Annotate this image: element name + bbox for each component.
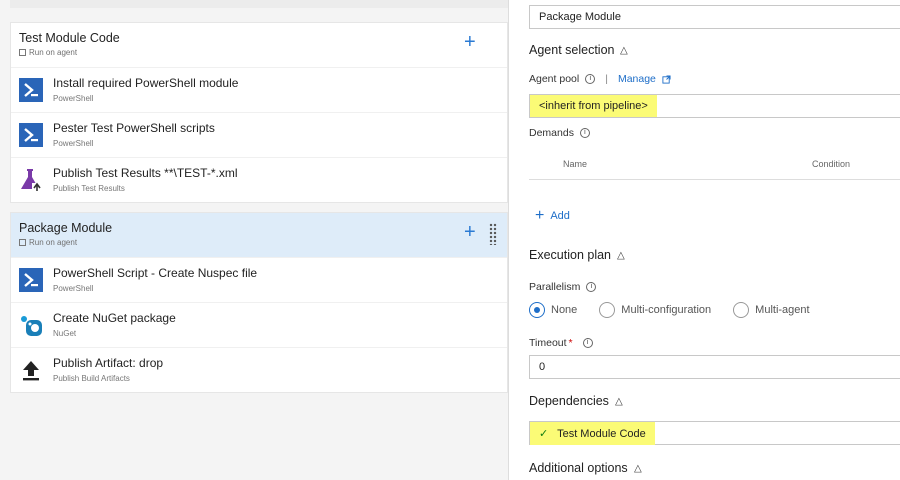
column-name: Name: [563, 159, 588, 169]
info-icon[interactable]: i: [586, 282, 597, 292]
display-name-input[interactable]: Package Module: [529, 5, 900, 29]
phase-header[interactable]: Test Module Code Run on agent +: [11, 23, 507, 67]
task-subtitle: PowerShell: [53, 139, 94, 148]
powershell-icon: [19, 78, 43, 102]
agent-icon: [19, 239, 26, 246]
dependencies-section-header[interactable]: Dependencies ▽: [529, 394, 623, 408]
chevron-up-icon: ▽: [633, 462, 642, 474]
agent-icon: [19, 49, 26, 56]
parallelism-radio-group: None Multi-configuration Multi-agent: [529, 302, 810, 318]
add-task-icon[interactable]: +: [464, 222, 476, 242]
agent-pool-label-row: Agent pool i | Manage: [529, 73, 671, 85]
task-row[interactable]: PowerShell Script - Create Nuspec file P…: [11, 257, 507, 302]
chevron-up-icon: ▽: [620, 44, 629, 56]
phase-package-module[interactable]: Package Module Run on agent + PowerShell…: [10, 212, 508, 393]
column-condition: Condition: [812, 159, 851, 169]
task-row[interactable]: Publish Test Results **\TEST-*.xml Publi…: [11, 157, 507, 202]
phase-subtitle-text: Run on agent: [29, 48, 78, 57]
checkmark-icon: ✓: [539, 428, 549, 440]
execution-plan-section-header[interactable]: Execution plan ▽: [529, 248, 625, 262]
dependency-label: Test Module Code: [557, 428, 646, 440]
nuget-icon: [21, 316, 42, 336]
plus-icon: +: [535, 207, 545, 224]
phase-title: Test Module Code: [19, 31, 120, 45]
radio-multi-agent[interactable]: Multi-agent: [733, 302, 810, 318]
task-subtitle: Publish Test Results: [53, 184, 125, 193]
task-subtitle: PowerShell: [53, 94, 94, 103]
radio-unselected-icon: [599, 302, 616, 318]
task-title: Pester Test PowerShell scripts: [53, 121, 215, 135]
timeout-label: Timeout: [529, 337, 567, 349]
drag-handle-icon[interactable]: [489, 223, 497, 245]
chevron-up-icon: ▽: [614, 395, 623, 407]
chevron-up-icon: ▽: [617, 249, 625, 261]
additional-options-section-header[interactable]: Additional options ▽: [529, 461, 641, 475]
agent-selection-section-header[interactable]: Agent selection ▽: [529, 43, 628, 57]
demands-label: Demands: [529, 127, 574, 139]
phase-subtitle-text: Run on agent: [29, 238, 78, 247]
details-pane: Package Module Agent selection ▽ Agent p…: [508, 0, 900, 480]
dependency-item[interactable]: ✓ Test Module Code: [530, 422, 655, 445]
dependencies-select[interactable]: ✓ Test Module Code: [529, 421, 900, 445]
radio-label: None: [551, 304, 578, 316]
radio-selected-icon: [529, 302, 545, 318]
info-icon[interactable]: i: [582, 338, 593, 348]
separator: |: [605, 73, 608, 85]
add-task-icon[interactable]: +: [464, 32, 476, 52]
task-title: Publish Test Results **\TEST-*.xml: [53, 166, 238, 180]
upload-icon: [23, 361, 39, 381]
powershell-icon: [19, 123, 43, 147]
required-marker: *: [568, 337, 573, 349]
radio-unselected-icon: [733, 302, 750, 318]
agent-pool-select[interactable]: <inherit from pipeline>: [529, 94, 900, 118]
timeout-label-row: Timeout * i: [529, 337, 593, 349]
section-title: Agent selection: [529, 43, 615, 57]
external-link-icon[interactable]: [662, 74, 671, 84]
info-icon[interactable]: i: [579, 128, 590, 138]
manage-link[interactable]: Manage: [618, 73, 656, 85]
agent-pool-value: <inherit from pipeline>: [530, 95, 657, 117]
radio-label: Multi-agent: [755, 304, 810, 316]
phase-subtitle: Run on agent: [19, 238, 77, 247]
section-title: Execution plan: [529, 248, 612, 262]
phase-header[interactable]: Package Module Run on agent +: [11, 213, 507, 257]
info-icon[interactable]: i: [585, 74, 596, 84]
agent-pool-label: Agent pool: [529, 73, 580, 85]
phase-title: Package Module: [19, 221, 113, 235]
add-demand-button[interactable]: + Add: [535, 208, 570, 224]
task-title: Create NuGet package: [53, 311, 176, 325]
task-row[interactable]: Create NuGet package NuGet: [11, 302, 507, 347]
parallelism-label: Parallelism: [529, 281, 581, 293]
task-title: Install required PowerShell module: [53, 76, 239, 90]
demands-label-row: Demands i: [529, 127, 590, 139]
radio-none[interactable]: None: [529, 302, 577, 318]
radio-label: Multi-configuration: [621, 304, 712, 316]
section-title: Dependencies: [529, 394, 609, 408]
phase-test-module-code[interactable]: Test Module Code Run on agent + Install …: [10, 22, 508, 203]
section-title: Additional options: [529, 461, 628, 475]
task-subtitle: PowerShell: [53, 284, 94, 293]
phase-subtitle: Run on agent: [19, 48, 77, 57]
task-subtitle: Publish Build Artifacts: [53, 374, 130, 383]
pipeline-pane: Test Module Code Run on agent + Install …: [0, 0, 508, 480]
task-row[interactable]: Pester Test PowerShell scripts PowerShel…: [11, 112, 507, 157]
flask-icon: [21, 169, 42, 191]
task-title: PowerShell Script - Create Nuspec file: [53, 266, 258, 280]
timeout-input[interactable]: 0: [529, 355, 900, 379]
demands-table-header: Name Condition: [529, 150, 900, 180]
parallelism-label-row: Parallelism i: [529, 281, 597, 293]
task-title: Publish Artifact: drop: [53, 356, 164, 370]
radio-multi-configuration[interactable]: Multi-configuration: [599, 302, 711, 318]
top-strip: [10, 0, 508, 8]
powershell-icon: [19, 268, 43, 292]
task-subtitle: NuGet: [53, 329, 77, 338]
task-row[interactable]: Install required PowerShell module Power…: [11, 67, 507, 112]
task-row[interactable]: Publish Artifact: drop Publish Build Art…: [11, 347, 507, 392]
add-label: Add: [550, 210, 570, 222]
